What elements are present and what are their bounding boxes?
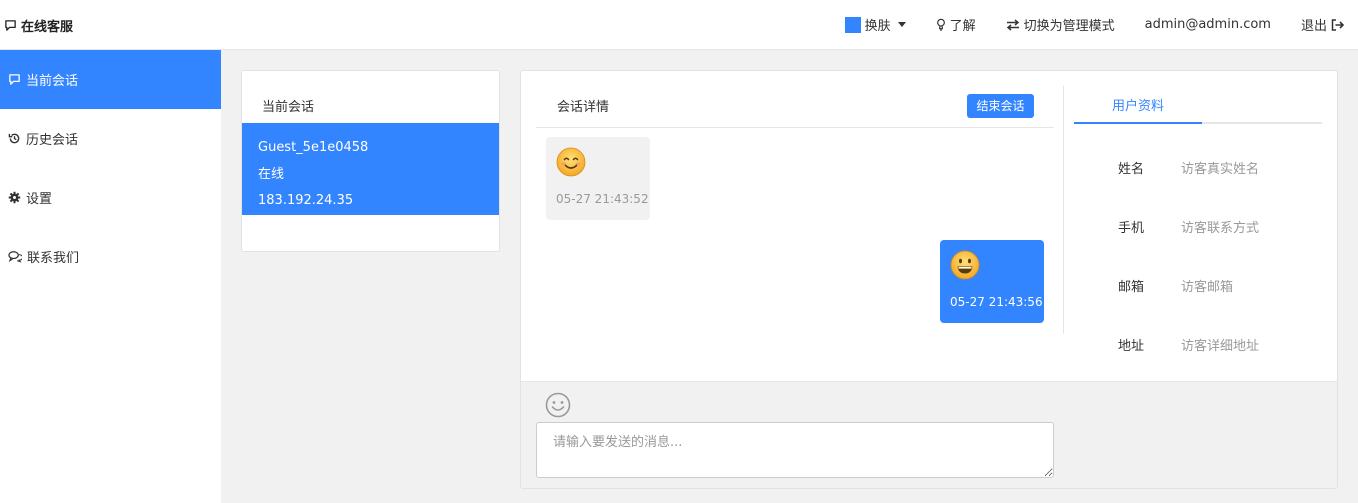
brand-title: 在线客服 xyxy=(21,20,74,35)
profile-tab-bar: 用户资料 xyxy=(1074,86,1322,124)
message-time: 05-27 21:43:52 xyxy=(556,192,649,206)
grinning-face-icon xyxy=(950,250,980,280)
logout-label: 退出 xyxy=(1300,19,1327,34)
session-list-panel: 当前会话 Guest_5e1e0458 在线 183.192.24.35 xyxy=(241,70,500,252)
field-label: 邮箱 xyxy=(1118,280,1145,295)
field-label: 手机 xyxy=(1118,221,1145,236)
end-session-button[interactable]: 结束会话 xyxy=(967,94,1034,118)
top-nav: 换肤 了解 切换为管理模式 admin@admin.com 退出 xyxy=(815,15,1344,34)
incoming-message: 05-27 21:43:52 xyxy=(546,137,650,220)
field-label: 地址 xyxy=(1118,339,1145,354)
swap-arrows-icon xyxy=(1006,18,1019,31)
field-value[interactable]: 访客联系方式 xyxy=(1181,217,1259,236)
learn-label: 了解 xyxy=(949,19,976,34)
chat-bubble-icon xyxy=(5,20,16,31)
field-value[interactable]: 访客详细地址 xyxy=(1181,335,1259,354)
top-bar: 在线客服 换肤 了解 切换为管理模式 admin@admin.com 退出 xyxy=(0,0,1358,50)
sidebar-item-label: 联系我们 xyxy=(27,251,80,266)
switch-mode-link[interactable]: 切换为管理模式 xyxy=(1006,15,1115,34)
sidebar-item-history[interactable]: 历史会话 xyxy=(0,109,221,168)
profile-field-email: 邮箱 访客邮箱 xyxy=(1074,276,1334,296)
sidebar-item-label: 历史会话 xyxy=(26,133,79,148)
chat-title: 会话详情 xyxy=(557,100,610,115)
tab-active-indicator xyxy=(1074,122,1202,124)
learn-link[interactable]: 了解 xyxy=(936,15,976,34)
sidebar-item-label: 当前会话 xyxy=(26,74,79,89)
message-input-area xyxy=(521,381,1337,488)
message-input[interactable] xyxy=(536,422,1054,478)
skin-label: 换肤 xyxy=(864,19,891,34)
user-email: admin@admin.com xyxy=(1144,17,1271,32)
field-value[interactable]: 访客真实姓名 xyxy=(1181,158,1259,177)
sidebar-item-settings[interactable]: 设置 xyxy=(0,168,221,227)
sidebar-item-current-sessions[interactable]: 当前会话 xyxy=(0,50,221,109)
skin-menu[interactable]: 换肤 xyxy=(844,15,906,34)
message-time: 05-27 21:43:56 xyxy=(950,295,1043,309)
profile-field-phone: 手机 访客联系方式 xyxy=(1074,217,1334,237)
session-list-title: 当前会话 xyxy=(262,100,315,115)
chat-header-divider xyxy=(536,127,1054,128)
session-guest-name: Guest_5e1e0458 xyxy=(258,140,369,155)
chat-bubbles-icon xyxy=(8,251,22,263)
chat-bubble-icon xyxy=(9,74,20,85)
logout-link[interactable]: 退出 xyxy=(1301,15,1344,34)
profile-field-name: 姓名 访客真实姓名 xyxy=(1074,158,1334,178)
panel-divider xyxy=(1063,86,1064,334)
gear-icon xyxy=(8,191,21,204)
switch-mode-label: 切换为管理模式 xyxy=(1023,19,1115,34)
smiling-face-icon xyxy=(556,147,586,177)
sidebar-item-contact[interactable]: 联系我们 xyxy=(0,227,221,286)
caret-down-icon xyxy=(897,22,906,27)
skin-color-swatch xyxy=(844,16,861,33)
lightbulb-icon xyxy=(936,18,945,31)
history-icon xyxy=(8,133,20,144)
session-item[interactable]: Guest_5e1e0458 在线 183.192.24.35 xyxy=(242,123,499,215)
session-status: 在线 xyxy=(258,167,285,182)
sidebar: 当前会话 历史会话 设置 联系我们 xyxy=(0,50,221,503)
sidebar-item-label: 设置 xyxy=(26,192,53,207)
session-ip: 183.192.24.35 xyxy=(258,193,354,208)
emoji-picker-icon[interactable] xyxy=(545,392,571,418)
profile-field-address: 地址 访客详细地址 xyxy=(1074,335,1334,355)
field-label: 姓名 xyxy=(1118,162,1145,177)
chat-panel: 会话详情 结束会话 05-27 21:43:52 05-27 21:43:56 … xyxy=(520,70,1338,489)
user-account[interactable]: admin@admin.com xyxy=(1145,17,1271,32)
tab-user-profile[interactable]: 用户资料 xyxy=(1112,95,1164,114)
outgoing-message: 05-27 21:43:56 xyxy=(940,240,1044,323)
brand: 在线客服 xyxy=(4,16,73,35)
logout-icon xyxy=(1331,18,1344,31)
field-value[interactable]: 访客邮箱 xyxy=(1181,276,1233,295)
